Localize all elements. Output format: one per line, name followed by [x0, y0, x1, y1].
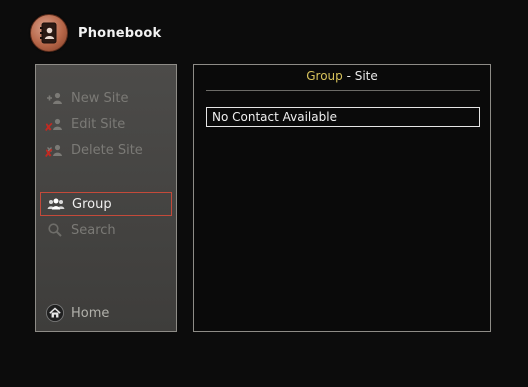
sidebar-item-new-site[interactable]: New Site — [40, 86, 172, 110]
add-contact-icon — [46, 90, 64, 106]
sidebar-item-group[interactable]: Group — [40, 192, 172, 216]
panel-title: Group - Site — [194, 69, 490, 83]
title-divider — [206, 90, 480, 91]
sidebar-item-label: Delete Site — [71, 142, 143, 158]
address-book-icon — [30, 14, 68, 52]
home-label: Home — [71, 305, 110, 321]
sidebar-item-label: Edit Site — [71, 116, 126, 132]
sidebar-menu: New Site ✘ Edit Site ✘ Delete Site Group… — [35, 64, 177, 332]
search-icon — [46, 222, 64, 238]
contact-list-item[interactable]: No Contact Available — [206, 107, 480, 127]
site-title: Site — [354, 69, 378, 83]
delete-contact-icon: ✘ — [44, 142, 64, 160]
sidebar-item-label: Search — [71, 222, 116, 238]
phonebook-screen: Phonebook New Site ✘ Edit Site ✘ Delete … — [0, 0, 528, 387]
group-title: Group — [306, 69, 343, 83]
sidebar-item-label: New Site — [71, 90, 129, 106]
home-button[interactable]: Home — [40, 301, 172, 325]
sidebar-item-edit-site[interactable]: ✘ Edit Site — [40, 112, 172, 136]
home-icon — [46, 304, 64, 322]
sidebar-item-search[interactable]: Search — [40, 218, 172, 242]
disabled-x-icon: ✘ — [44, 121, 54, 134]
edit-contact-icon: ✘ — [44, 116, 64, 134]
group-icon — [47, 196, 65, 212]
app-header: Phonebook — [30, 13, 161, 53]
title-separator: - — [342, 69, 355, 83]
disabled-x-icon: ✘ — [44, 147, 54, 160]
sidebar-item-label: Group — [72, 196, 112, 212]
sidebar-item-delete-site[interactable]: ✘ Delete Site — [40, 138, 172, 162]
contact-panel: Group - Site No Contact Available — [193, 64, 491, 332]
app-title: Phonebook — [78, 25, 162, 41]
